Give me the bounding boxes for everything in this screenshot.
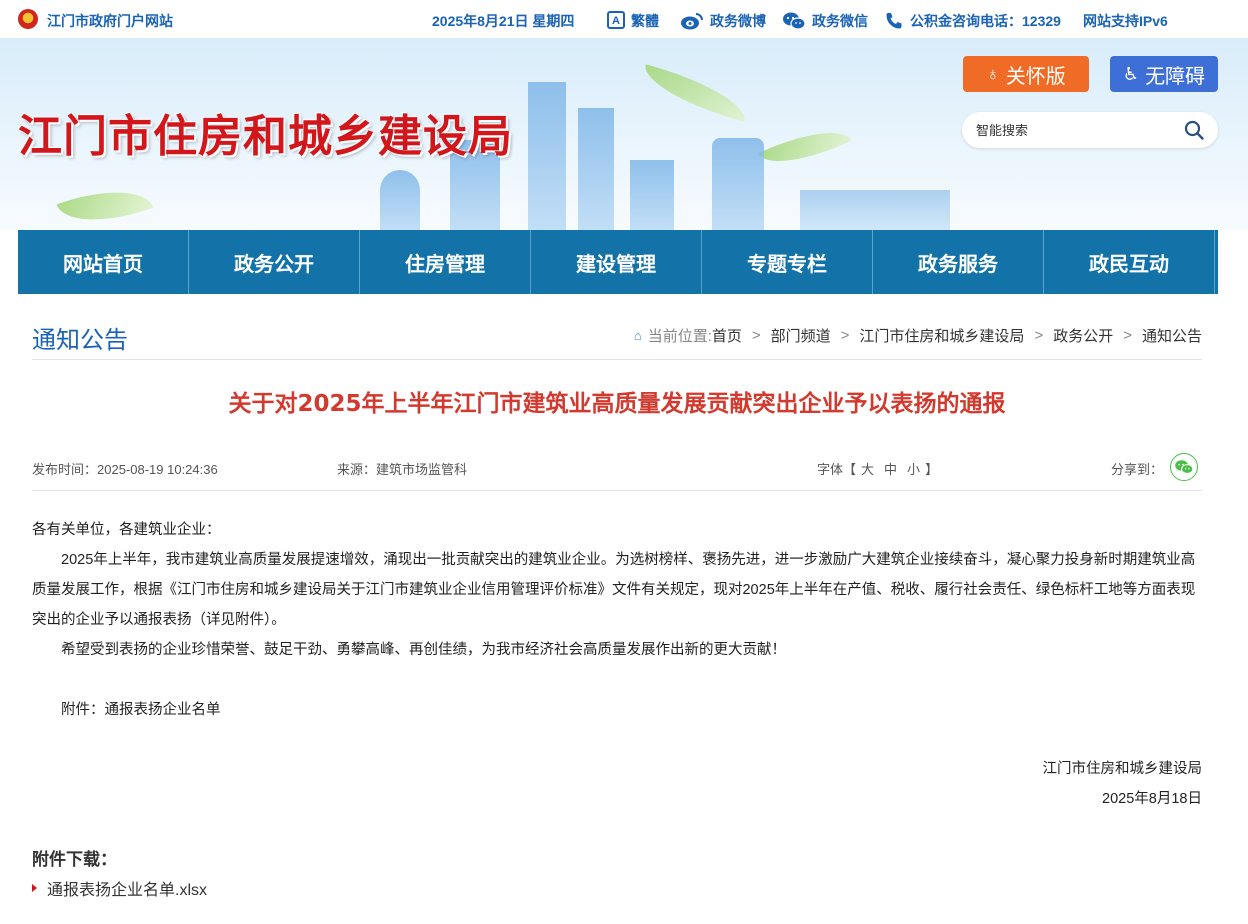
breadcrumb-item[interactable]: 江门市住房和城乡建设局 [859,325,1024,346]
divider [32,490,1202,491]
divider [32,359,1202,360]
traditional-chinese-icon: A [607,11,625,29]
traditional-chinese-label: 繁體 [631,13,659,29]
wechat-share-button[interactable] [1170,453,1198,481]
accessibility-button[interactable]: ♿ 无障碍 [1110,56,1218,92]
breadcrumb-label: 当前位置: [647,328,712,345]
salutation: 各有关单位，各建筑业企业： [32,522,221,538]
header-banner: 江门市住房和城乡建设局 ♁ 关怀版 ♿ 无障碍 [0,38,1248,230]
nav-item-home[interactable]: 网站首页 [18,230,189,294]
care-icon: ♁ [986,63,1000,84]
publish-time: 发布时间：2025-08-19 10:24:36 [32,462,218,477]
search-box [962,112,1218,148]
search-input[interactable] [976,120,1176,140]
bullet-icon [32,884,37,892]
banner-leaf-decoration [56,173,154,230]
banner-leaf-decoration [758,115,852,179]
article-title: 关于对2025年上半年江门市建筑业高质量发展贡献突出企业予以表扬的通报 [228,391,1006,417]
breadcrumb-item[interactable]: 首页 [712,325,742,346]
traditional-chinese-link[interactable]: A 繁體 [607,11,659,31]
font-small-button[interactable]: 小 [907,462,920,477]
weibo-icon [681,13,703,30]
article-source: 来源：建筑市场监管科 [337,462,468,477]
accessibility-label: 无障碍 [1145,65,1206,88]
breadcrumb-separator: > [1123,327,1132,344]
banner-building-decoration [380,170,420,230]
wechat-label: 政务微信 [812,13,868,29]
search-icon[interactable] [1184,120,1204,140]
attachment-link[interactable]: 通报表扬企业名单.xlsx [32,876,207,900]
article-meta: 发布时间：2025-08-19 10:24:36 来源：建筑市场监管科 字体【大… [32,453,1202,481]
current-date: 2025年8月21日 星期四 [432,13,575,29]
breadcrumb-item[interactable]: 通知公告 [1142,325,1202,346]
font-size-label-close: 】 [925,462,939,477]
section-title: 通知公告 [32,327,128,354]
nav-item-interaction[interactable]: 政民互动 [1044,230,1215,294]
ipv6-badge: 网站支持IPv6 [1083,11,1168,31]
wechat-icon [783,12,806,30]
wechat-link[interactable]: 政务微信 [782,11,868,31]
banner-building-decoration [800,190,950,230]
banner-building-decoration [578,108,614,230]
sign-date: 2025年8月18日 [1102,791,1202,807]
article-body: 各有关单位，各建筑业企业： 2025年上半年，我市建筑业高质量发展提速增效，涌现… [32,515,1202,725]
accessibility-icon: ♿ [1122,63,1140,84]
paragraph: 希望受到表扬的企业珍惜荣誉、鼓足干劲、勇攀高峰、再创佳绩，为我市经济社会高质量发… [61,642,786,658]
top-bar: 江门市政府门户网站 2025年8月21日 星期四 A 繁體 政务微博 政务微信 … [0,0,1248,38]
breadcrumb-separator: > [1034,327,1044,344]
hotline: 公积金咨询电话：12329 [884,11,1061,31]
breadcrumb: ⌂ 当前位置: 首页 > 部门频道 > 江门市住房和城乡建设局 > 政务公开 >… [634,325,1202,346]
attachment-note: 附件：通报表扬企业名单 [61,702,221,718]
wechat-icon [1175,460,1194,474]
attachment-name: 通报表扬企业名单.xlsx [47,882,208,899]
home-icon: ⌂ [633,328,642,343]
share-label: 分享到： [1111,462,1164,477]
care-mode-label: 关怀版 [1005,65,1066,88]
font-size-label: 字体【 [817,462,857,477]
breadcrumb-item[interactable]: 政务公开 [1053,325,1113,346]
portal-link[interactable]: 江门市政府门户网站 [47,11,173,31]
national-emblem-icon [18,9,38,29]
banner-building-decoration [712,138,764,230]
hotline-label: 公积金咨询电话：12329 [910,13,1061,29]
signature: 江门市住房和城乡建设局 [1042,761,1203,777]
banner-building-decoration [630,160,674,230]
font-size-control: 字体【大中小】 [817,459,938,478]
banner-building-decoration [528,82,566,230]
nav-item-government-affairs[interactable]: 政务公开 [189,230,360,294]
site-title: 江门市住房和城乡建设局 [18,111,513,162]
attachments-heading: 附件下载： [32,850,117,869]
nav-item-housing[interactable]: 住房管理 [360,230,531,294]
nav-item-construction[interactable]: 建设管理 [531,230,702,294]
breadcrumb-item[interactable]: 部门频道 [771,325,831,346]
nav-item-services[interactable]: 政务服务 [873,230,1044,294]
care-mode-button[interactable]: ♁ 关怀版 [963,56,1089,92]
main-nav: 网站首页 政务公开 住房管理 建设管理 专题专栏 政务服务 政民互动 [18,230,1218,294]
breadcrumb-separator: > [840,327,850,344]
ipv6-label: 网站支持IPv6 [1083,13,1168,29]
font-large-button[interactable]: 大 [861,462,874,477]
signature-block: 江门市住房和城乡建设局 2025年8月18日 [32,754,1203,814]
weibo-link[interactable]: 政务微博 [680,11,766,31]
banner-leaf-decoration [637,64,753,122]
nav-item-special-topics[interactable]: 专题专栏 [702,230,873,294]
breadcrumb-separator: > [751,327,761,344]
font-medium-button[interactable]: 中 [884,462,897,477]
phone-icon [886,13,902,29]
weibo-label: 政务微博 [710,13,766,29]
paragraph: 2025年上半年，我市建筑业高质量发展提速增效，涌现出一批贡献突出的建筑业企业。… [32,552,1196,628]
